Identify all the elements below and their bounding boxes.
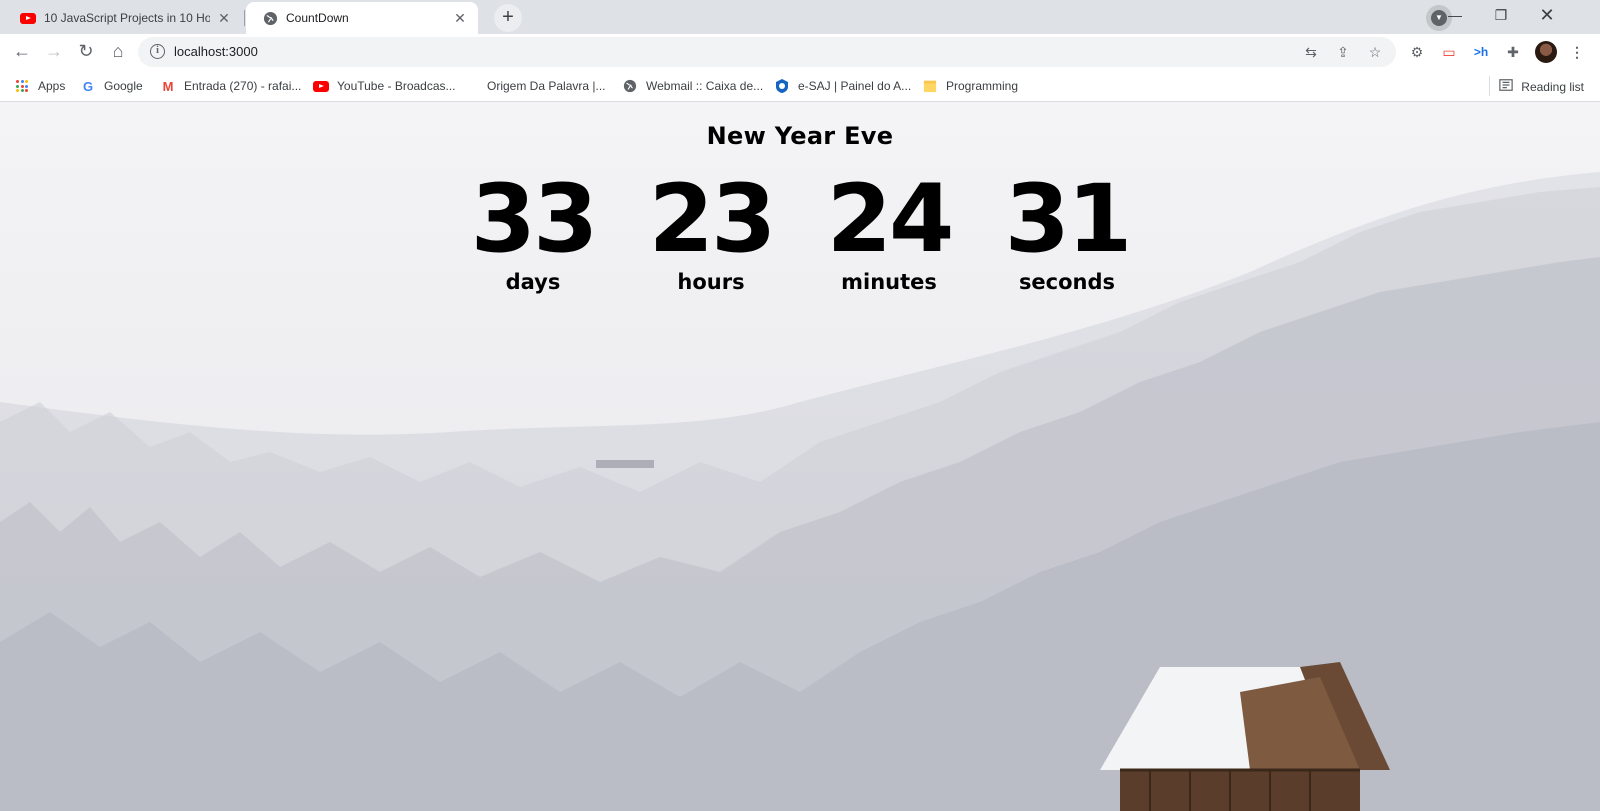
days-value: 33: [470, 165, 599, 274]
bookmark-star-icon[interactable]: ☆: [1366, 43, 1384, 61]
bookmark-label: YouTube - Broadcas...: [337, 79, 456, 93]
tab-title: 10 JavaScript Projects in 10 Hours: [44, 11, 210, 25]
tab-countdown[interactable]: CountDown ✕: [246, 2, 478, 34]
countdown-minutes: 24 minutes: [800, 165, 978, 295]
bookmarks-separator: [1489, 76, 1490, 96]
close-window-button[interactable]: ✕: [1524, 0, 1570, 30]
bookmark-youtube[interactable]: YouTube - Broadcas...: [313, 78, 456, 94]
folder-icon: [922, 78, 938, 94]
seconds-value: 31: [1004, 165, 1133, 274]
toolbar: ← → ↻ ⌂ i localhost:3000 ⇆ ⇪ ☆ ⚙ ▭ >h ✚ …: [0, 34, 1600, 70]
reading-list-icon: [1499, 78, 1514, 95]
bookmark-label: Programming: [946, 79, 1019, 93]
google-icon: G: [82, 78, 94, 94]
countdown-hours: 23 hours: [622, 165, 800, 295]
profile-avatar[interactable]: [1535, 41, 1557, 63]
reading-list-label: Reading list: [1521, 79, 1584, 94]
bookmark-label: e-SAJ | Painel do A...: [798, 79, 912, 93]
gmail-icon: M: [162, 78, 174, 94]
youtube-icon: [313, 78, 329, 94]
countdown-seconds: 31 seconds: [978, 165, 1156, 295]
bookmark-gmail[interactable]: M Entrada (270) - rafai...: [160, 78, 302, 94]
forward-button[interactable]: →: [40, 37, 68, 65]
bookmark-apps[interactable]: Apps: [14, 78, 65, 94]
hours-value: 23: [648, 165, 777, 274]
bookmark-label: Apps: [38, 79, 66, 93]
minimize-button[interactable]: —: [1432, 0, 1478, 30]
esaj-icon: [774, 78, 790, 94]
apps-grid-icon: [14, 78, 30, 94]
countdown: 33 days 23 hours 24 minutes 31 seconds: [0, 165, 1600, 295]
site-info-icon[interactable]: i: [150, 44, 165, 59]
home-button[interactable]: ⌂: [104, 37, 132, 65]
tab-javascript-projects[interactable]: 10 JavaScript Projects in 10 Hours ✕: [4, 2, 242, 34]
address-bar[interactable]: i localhost:3000 ⇆ ⇪ ☆: [138, 37, 1396, 67]
extension-cast-icon[interactable]: ▭: [1438, 41, 1460, 63]
page-viewport: New Year Eve 33 days 23 hours 24 minutes…: [0, 102, 1600, 811]
close-tab-icon[interactable]: ✕: [216, 10, 232, 26]
bookmark-label: Entrada (270) - rafai...: [184, 79, 302, 93]
blank-icon: [463, 78, 479, 94]
globe-icon: [262, 10, 278, 26]
bookmark-esaj[interactable]: e-SAJ | Painel do A...: [774, 78, 911, 94]
bookmark-webmail[interactable]: Webmail :: Caixa de...: [622, 78, 763, 94]
reading-list-button[interactable]: Reading list: [1499, 78, 1584, 95]
bookmarks-bar: Apps G Google M Entrada (270) - rafai...…: [0, 70, 1600, 102]
tab-separator: [244, 10, 245, 26]
countdown-days: 33 days: [444, 165, 622, 295]
restore-button[interactable]: ❐: [1478, 0, 1524, 30]
bookmark-label: Origem Da Palavra |...: [487, 79, 606, 93]
close-tab-icon[interactable]: ✕: [452, 10, 468, 26]
bookmark-label: Google: [104, 79, 143, 93]
new-tab-button[interactable]: +: [494, 4, 522, 32]
bookmark-origem[interactable]: Origem Da Palavra |...: [463, 78, 606, 94]
minutes-value: 24: [826, 165, 955, 274]
bookmark-label: Webmail :: Caixa de...: [646, 79, 764, 93]
extension-h-icon[interactable]: >h: [1470, 41, 1492, 63]
share-icon[interactable]: ⇪: [1334, 43, 1352, 61]
bookmark-google[interactable]: G Google: [80, 78, 143, 94]
bookmark-folder-programming[interactable]: Programming: [922, 78, 1018, 94]
back-button[interactable]: ←: [8, 37, 36, 65]
translate-icon[interactable]: ⇆: [1302, 43, 1320, 61]
url-text: localhost:3000: [174, 44, 258, 59]
page-title: New Year Eve: [706, 122, 894, 150]
extensions-puzzle-icon[interactable]: ✚: [1502, 41, 1524, 63]
reload-button[interactable]: ↻: [72, 37, 100, 65]
menu-dots-icon[interactable]: ⋮: [1566, 41, 1588, 63]
extension-gear-icon[interactable]: ⚙: [1406, 41, 1428, 63]
youtube-icon: [20, 10, 36, 26]
tab-strip: 10 JavaScript Projects in 10 Hours ✕ Cou…: [0, 0, 1600, 34]
tab-title: CountDown: [286, 11, 349, 25]
globe-icon: [622, 78, 638, 94]
